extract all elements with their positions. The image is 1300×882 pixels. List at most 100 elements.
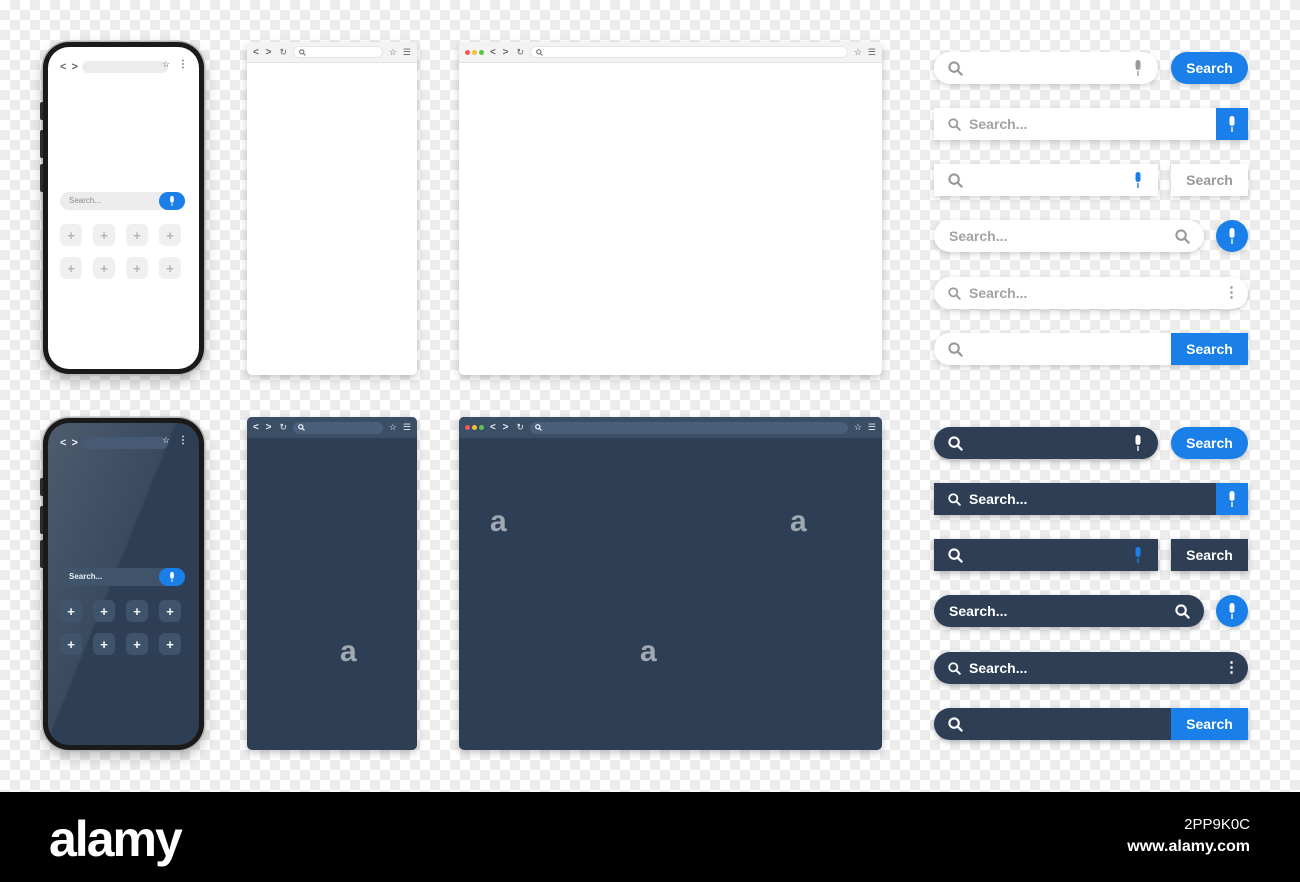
star-icon[interactable]: ☆ [389,422,397,433]
plus-icon[interactable]: + [159,224,181,246]
star-icon[interactable]: ☆ [854,422,862,433]
browser-window-wide-light: < > ↻ ☆ ☰ [459,42,882,375]
plus-icon[interactable]: + [93,633,115,655]
stock-footer: alamy 2PP9K0C www.alamy.com [0,792,1300,882]
search-button[interactable]: Search [1171,164,1248,196]
phone-search-placeholder: Search... [69,196,102,205]
mic-icon[interactable] [159,192,185,210]
address-bar[interactable] [530,421,848,434]
menu-icon[interactable]: ☰ [403,422,411,433]
star-icon[interactable]: ☆ [389,47,397,58]
phone-search-field[interactable]: Search... [60,192,185,210]
plus-icon[interactable]: + [159,633,181,655]
search-icon [948,548,963,563]
menu-icon[interactable]: ☰ [868,422,876,433]
plus-icon[interactable]: + [60,257,82,279]
address-bar[interactable] [293,421,383,434]
plus-icon[interactable]: + [60,633,82,655]
search-bar-light-3[interactable] [934,164,1158,196]
back-forward-icon[interactable]: < > [490,47,510,58]
back-forward-icon[interactable]: < > [490,422,510,433]
search-icon [536,48,543,56]
search-button[interactable]: Search [1171,539,1248,571]
browser-toolbar: < > ↻ ☆ ☰ [247,42,417,63]
watermark-mark: a [490,505,507,538]
plus-icon[interactable]: + [126,224,148,246]
address-bar[interactable] [293,46,383,58]
search-icon[interactable] [1175,604,1190,619]
more-vertical-icon[interactable]: ⋮ [1224,658,1239,676]
window-controls[interactable] [465,425,484,430]
phone-search-placeholder: Search... [69,572,103,581]
plus-icon[interactable]: + [93,600,115,622]
more-vertical-icon[interactable]: ⋮ [1224,283,1239,301]
search-bar-dark-3[interactable] [934,539,1158,571]
plus-icon[interactable]: + [159,600,181,622]
search-icon [299,48,306,56]
reload-icon[interactable]: ↻ [516,422,524,433]
search-bar-light-2[interactable]: Search... [934,108,1248,140]
plus-icon[interactable]: + [126,257,148,279]
search-button[interactable]: Search [1171,333,1248,365]
watermark-mark: a [340,635,357,668]
back-forward-icon[interactable]: < > [253,47,273,58]
search-icon [948,287,961,300]
more-vertical-icon[interactable]: ⋮ [178,435,188,446]
plus-icon[interactable]: + [60,224,82,246]
mic-icon[interactable] [1216,220,1248,252]
reload-icon[interactable]: ↻ [279,47,287,58]
back-forward-icon[interactable]: < > [60,61,79,73]
reload-icon[interactable]: ↻ [516,47,524,58]
search-bar-dark-5[interactable]: Search... ⋮ [934,652,1248,684]
mic-icon[interactable] [159,568,185,586]
phone-search-field[interactable]: Search... [60,568,185,586]
back-forward-icon[interactable]: < > [253,422,273,433]
search-bar-light-1[interactable] [934,52,1158,84]
search-placeholder: Search... [969,285,1028,301]
search-icon [298,424,305,431]
star-icon[interactable]: ☆ [854,47,862,58]
mic-icon[interactable] [1133,435,1143,451]
more-vertical-icon[interactable]: ⋮ [178,59,188,70]
search-button[interactable]: Search [1171,52,1248,84]
search-icon[interactable] [1175,229,1190,244]
search-bar-dark-4[interactable]: Search... [934,595,1204,627]
plus-icon[interactable]: + [60,600,82,622]
search-bar-light-5[interactable]: Search... ⋮ [934,277,1248,309]
mic-icon[interactable] [1133,547,1143,563]
search-bar-dark-1[interactable] [934,427,1158,459]
plus-icon[interactable]: + [93,257,115,279]
plus-icon[interactable]: + [126,633,148,655]
mic-icon[interactable] [1216,595,1248,627]
menu-icon[interactable]: ☰ [868,47,876,58]
address-bar[interactable] [82,437,168,449]
address-bar[interactable] [82,61,168,73]
mic-icon[interactable] [1216,108,1248,140]
search-placeholder: Search... [969,116,1028,132]
address-bar[interactable] [530,46,848,58]
browser-window-narrow-light: < > ↻ ☆ ☰ [247,42,417,375]
alamy-logo: alamy [49,811,183,867]
mic-icon[interactable] [1133,60,1143,76]
reload-icon[interactable]: ↻ [279,422,287,433]
mic-icon[interactable] [1133,172,1143,188]
browser-toolbar: < > ↻ ☆ ☰ [459,42,882,63]
plus-icon[interactable]: + [159,257,181,279]
search-button[interactable]: Search [1171,427,1248,459]
mic-icon[interactable] [1216,483,1248,515]
search-button[interactable]: Search [1171,708,1248,740]
plus-icon[interactable]: + [126,600,148,622]
plus-icon[interactable]: + [93,224,115,246]
menu-icon[interactable]: ☰ [403,47,411,58]
star-icon[interactable]: ☆ [162,59,170,70]
shortcut-grid: + + + + + + + + [60,600,184,655]
search-bar-dark-2[interactable]: Search... [934,483,1248,515]
search-icon [948,61,963,76]
shortcut-grid: + + + + + + + + [60,224,184,279]
star-icon[interactable]: ☆ [162,435,170,446]
search-icon [948,342,963,357]
back-forward-icon[interactable]: < > [60,437,79,449]
browser-window-narrow-dark: < > ↻ ☆ ☰ [247,417,417,750]
search-bar-light-4[interactable]: Search... [934,220,1204,252]
window-controls[interactable] [465,49,484,55]
